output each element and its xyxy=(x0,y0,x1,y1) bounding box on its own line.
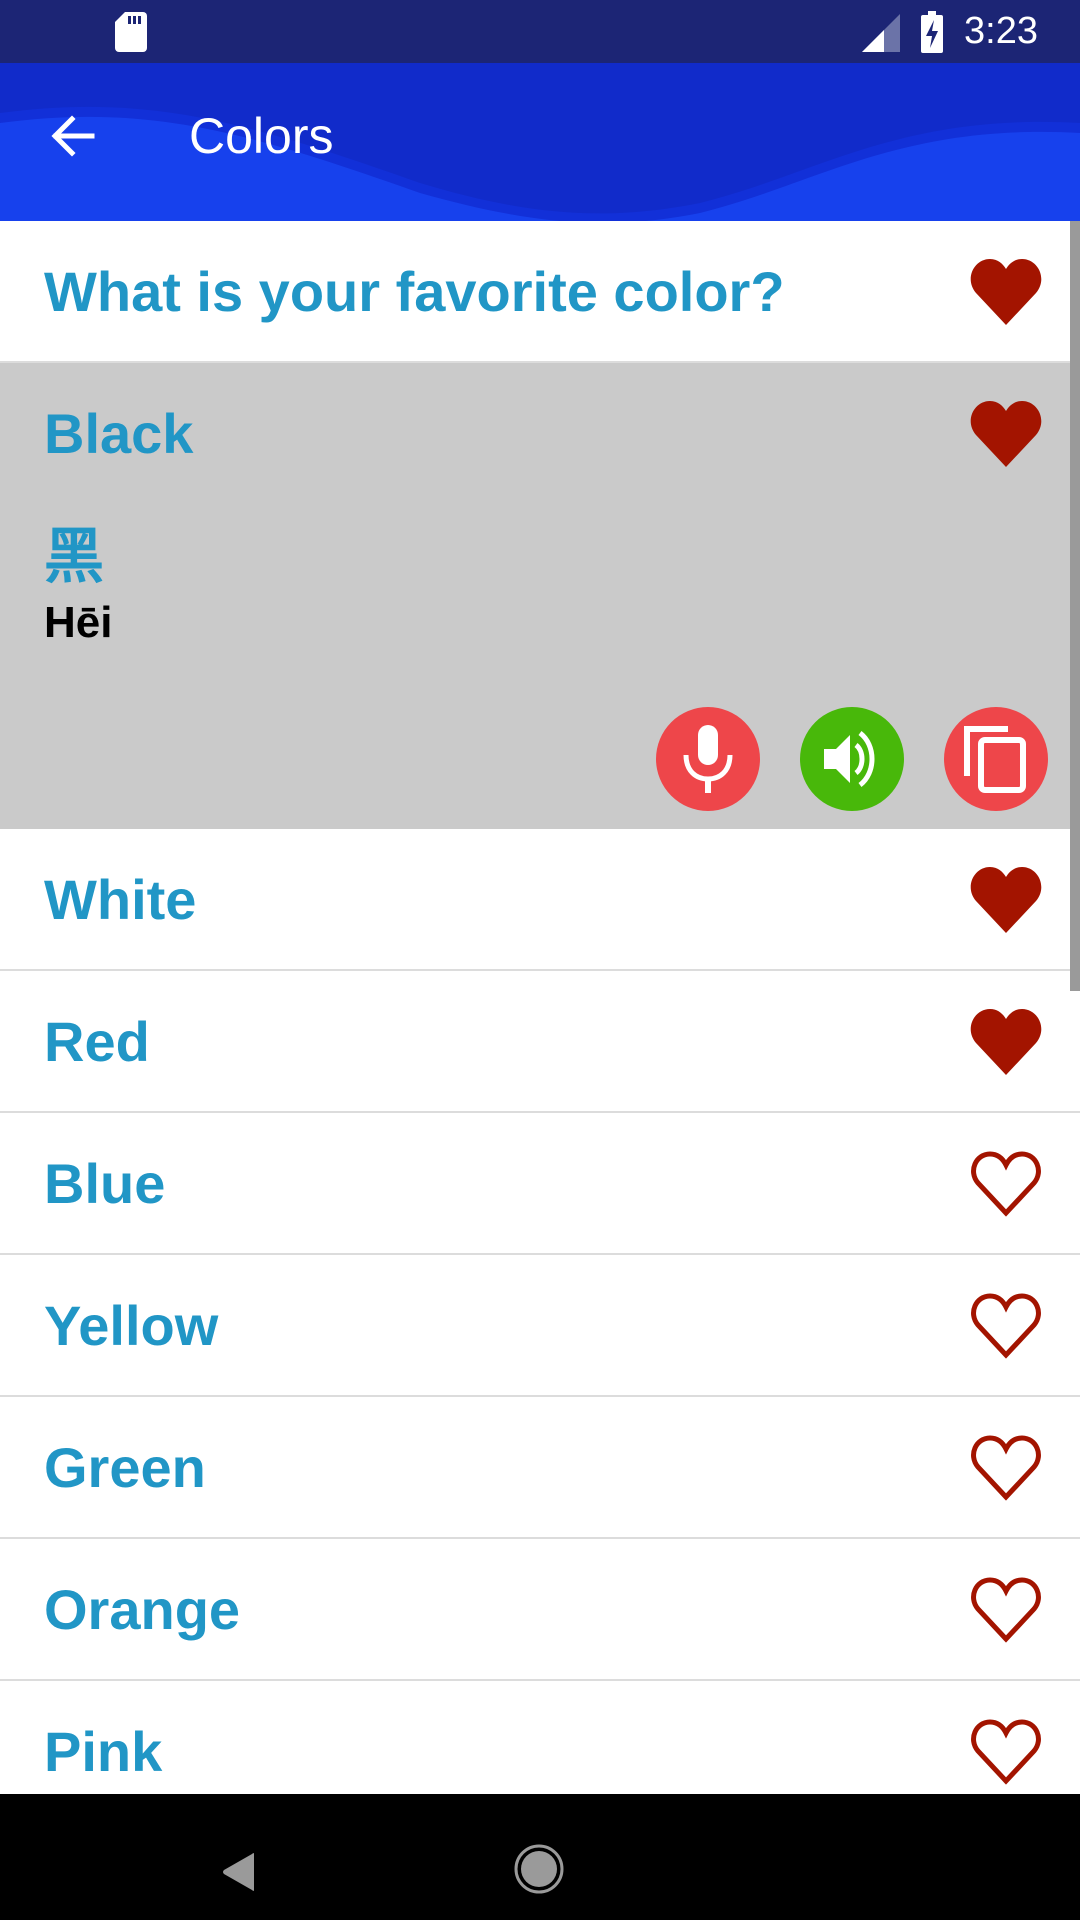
list-item-expanded[interactable]: Black 黑 Hēi xyxy=(0,363,1080,829)
heart-outline-icon[interactable] xyxy=(968,1715,1044,1787)
list-item[interactable]: White xyxy=(0,829,1080,971)
copy-button[interactable] xyxy=(944,707,1048,811)
pinyin: Hēi xyxy=(44,598,113,647)
item-label: Blue xyxy=(44,1152,166,1215)
item-label: White xyxy=(44,868,197,931)
nav-home-icon[interactable] xyxy=(514,1844,564,1894)
list-item[interactable]: Yellow xyxy=(0,1255,1080,1397)
item-label: Pink xyxy=(44,1720,163,1783)
list-item[interactable]: Green xyxy=(0,1397,1080,1539)
wave-decoration xyxy=(0,63,1080,221)
heart-filled-icon[interactable] xyxy=(968,863,1044,935)
color-list: What is your favorite color? Black 黑 Hēi xyxy=(0,221,1080,1794)
chinese-translation: 黑 xyxy=(44,523,104,590)
heart-outline-icon[interactable] xyxy=(968,1431,1044,1503)
speaker-icon xyxy=(824,731,875,787)
heart-filled-icon[interactable] xyxy=(968,397,1044,469)
copy-icon xyxy=(964,726,1026,793)
status-bar: 3:23 xyxy=(0,0,1080,63)
item-label: Green xyxy=(44,1436,206,1499)
cellular-signal-icon xyxy=(862,14,900,52)
back-button[interactable] xyxy=(48,111,98,161)
nav-back-icon[interactable] xyxy=(222,1852,256,1892)
page-title: Colors xyxy=(189,108,334,164)
record-button[interactable] xyxy=(656,707,760,811)
item-label: Red xyxy=(44,1010,150,1073)
microphone-icon xyxy=(683,725,733,793)
item-label: Black xyxy=(44,402,194,465)
system-nav-bar xyxy=(0,1794,1080,1920)
sd-card-icon xyxy=(115,12,147,52)
heart-filled-icon[interactable] xyxy=(968,1005,1044,1077)
heart-filled-icon[interactable] xyxy=(968,255,1044,327)
list-item[interactable]: Orange xyxy=(0,1539,1080,1681)
list-item[interactable]: What is your favorite color? xyxy=(0,221,1080,363)
heart-outline-icon[interactable] xyxy=(968,1289,1044,1361)
battery-charging-icon xyxy=(921,11,943,53)
app-bar: Colors xyxy=(0,63,1080,221)
list-item[interactable]: Blue xyxy=(0,1113,1080,1255)
item-label: Orange xyxy=(44,1578,241,1641)
item-label: What is your favorite color? xyxy=(44,260,785,323)
list-item[interactable]: Red xyxy=(0,971,1080,1113)
item-label: Yellow xyxy=(44,1294,219,1357)
clock: 3:23 xyxy=(964,10,1038,52)
play-audio-button[interactable] xyxy=(800,707,904,811)
heart-outline-icon[interactable] xyxy=(968,1147,1044,1219)
scrollbar[interactable] xyxy=(1070,221,1080,991)
list-item[interactable]: Pink xyxy=(0,1681,1080,1794)
heart-outline-icon[interactable] xyxy=(968,1573,1044,1645)
